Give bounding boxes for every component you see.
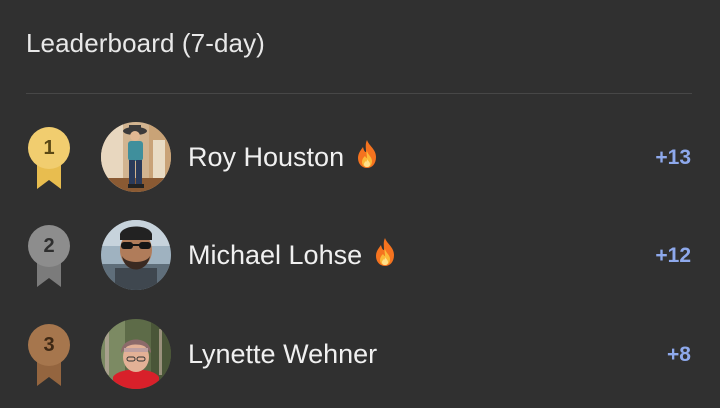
rank-number: 1 bbox=[43, 137, 55, 159]
score-value: +12 bbox=[655, 244, 691, 267]
leaderboard-row[interactable]: 2 Michael Lohse +12 bbox=[0, 215, 720, 295]
leaderboard-row[interactable]: 1 Roy Houston +13 bbox=[0, 117, 720, 197]
rank-number: 2 bbox=[43, 235, 55, 257]
divider bbox=[26, 93, 692, 94]
player-name[interactable]: Roy Houston bbox=[188, 142, 344, 172]
score-value: +8 bbox=[667, 343, 691, 366]
score-value: +13 bbox=[655, 146, 691, 169]
leaderboard-title: Leaderboard (7-day) bbox=[26, 28, 265, 58]
rank-number: 3 bbox=[43, 334, 55, 356]
avatar[interactable] bbox=[101, 122, 171, 192]
leaderboard-row[interactable]: 3 Lynette Wehner +8 bbox=[0, 314, 720, 394]
fire-icon bbox=[372, 237, 398, 276]
gold-medal-icon: 1 bbox=[24, 127, 74, 191]
avatar[interactable] bbox=[101, 319, 171, 389]
player-name[interactable]: Lynette Wehner bbox=[188, 339, 377, 369]
silver-medal-icon: 2 bbox=[24, 225, 74, 289]
bronze-medal-icon: 3 bbox=[24, 324, 74, 388]
fire-icon bbox=[354, 139, 380, 178]
player-name[interactable]: Michael Lohse bbox=[188, 240, 362, 270]
avatar[interactable] bbox=[101, 220, 171, 290]
leaderboard-panel: Leaderboard (7-day) 1 Roy Houston +13 2 … bbox=[0, 0, 720, 408]
